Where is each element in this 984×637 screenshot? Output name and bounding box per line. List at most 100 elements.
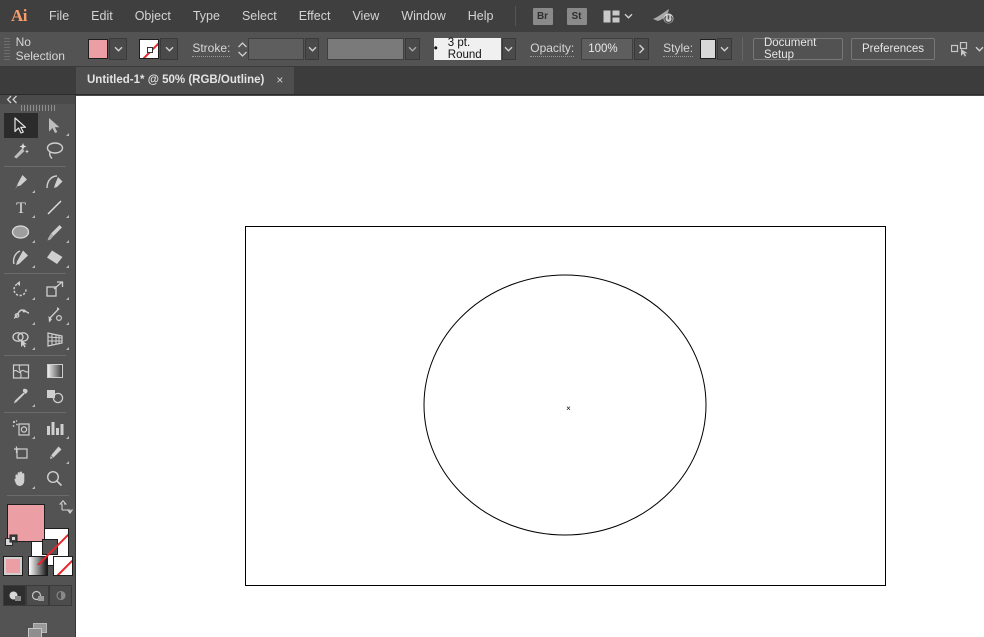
tools-panel-collapse-button[interactable]: [0, 95, 75, 104]
menu-item-window[interactable]: Window: [390, 0, 456, 32]
perspective-grid-tool[interactable]: [38, 327, 72, 352]
fill-stroke-proxy: [4, 500, 73, 567]
change-screen-mode-button[interactable]: [21, 622, 55, 637]
hand-tool[interactable]: [4, 466, 38, 491]
brush-definition-dropdown-button[interactable]: [501, 38, 517, 60]
document-tab-title: Untitled-1* @ 50% (RGB/Outline): [87, 74, 265, 86]
swap-fill-stroke-icon[interactable]: [58, 500, 73, 515]
hand-tool-icon: [14, 471, 25, 486]
stepper-down-icon: [238, 51, 248, 57]
slice-tool[interactable]: [38, 441, 72, 466]
type-tool[interactable]: T: [4, 195, 38, 220]
stroke-color-control[interactable]: [139, 38, 179, 60]
menu-item-file[interactable]: File: [38, 0, 80, 32]
stroke-swatch[interactable]: [139, 39, 160, 59]
column-graph-tool-icon: [46, 422, 63, 436]
selection-tool[interactable]: [3, 112, 38, 138]
stroke-weight-stepper[interactable]: [237, 38, 248, 60]
default-fill-stroke-icon[interactable]: [4, 534, 19, 548]
zoom-tool[interactable]: [38, 466, 72, 491]
document-setup-button[interactable]: Document Setup: [752, 37, 844, 61]
color-swatch-button[interactable]: [2, 556, 23, 576]
stroke-weight-label[interactable]: Stroke:: [192, 41, 231, 57]
opacity-input[interactable]: 100%: [581, 38, 634, 60]
document-tab[interactable]: Untitled-1* @ 50% (RGB/Outline) ×: [76, 66, 295, 94]
rotate-tool-icon: [13, 280, 27, 296]
opacity-options-button[interactable]: [634, 38, 650, 60]
menu-item-effect[interactable]: Effect: [288, 0, 342, 32]
symbol-sprayer-tool[interactable]: [4, 416, 38, 441]
paintbrush-tool-icon: [47, 224, 62, 241]
menu-item-edit[interactable]: Edit: [80, 0, 124, 32]
style-label[interactable]: Style:: [663, 41, 694, 57]
stroke-weight-input[interactable]: [248, 38, 304, 60]
arrange-documents-button[interactable]: [603, 10, 633, 23]
mesh-tool[interactable]: [4, 359, 38, 384]
canvas-area[interactable]: ×: [76, 95, 984, 637]
stock-button[interactable]: St: [566, 7, 587, 25]
pen-tool[interactable]: [4, 170, 38, 195]
flyout-indicator: [31, 239, 35, 243]
eyedropper-tool[interactable]: [4, 384, 38, 409]
eraser-tool[interactable]: [38, 245, 72, 270]
menu-bar: Ai File Edit Object Type Select Effect V…: [0, 0, 984, 32]
flyout-indicator: [31, 296, 35, 300]
menu-item-view[interactable]: View: [341, 0, 390, 32]
column-graph-tool[interactable]: [38, 416, 72, 441]
stroke-dropdown-button[interactable]: [160, 38, 179, 60]
brush-definition-field[interactable]: • 3 pt. Round: [433, 37, 501, 61]
stroke-weight-dropdown-button[interactable]: [304, 38, 320, 60]
variable-width-dropdown-button[interactable]: [405, 38, 420, 60]
style-dropdown-button[interactable]: [717, 38, 733, 60]
fill-control[interactable]: [88, 38, 128, 60]
select-similar-control[interactable]: [951, 41, 984, 57]
style-swatch[interactable]: [700, 39, 717, 59]
rocket-button[interactable]: [651, 7, 675, 25]
blend-tool[interactable]: [38, 384, 72, 409]
draw-inside-button[interactable]: [49, 585, 72, 606]
chevron-right-icon: [639, 44, 645, 54]
flyout-indicator: [31, 403, 35, 407]
rotate-tool[interactable]: [4, 277, 38, 302]
artboard-tool[interactable]: [4, 441, 38, 466]
curvature-tool[interactable]: [38, 170, 72, 195]
chevron-down-icon: [504, 46, 513, 52]
ellipse-tool[interactable]: [4, 220, 38, 245]
menu-item-object[interactable]: Object: [124, 0, 182, 32]
width-tool[interactable]: [4, 302, 38, 327]
draw-normal-button[interactable]: [3, 585, 26, 606]
free-transform-tool[interactable]: [38, 302, 72, 327]
flyout-indicator: [65, 321, 69, 325]
flyout-indicator: [65, 296, 69, 300]
artboard[interactable]: ×: [245, 226, 886, 586]
flyout-indicator: [65, 264, 69, 268]
line-segment-tool[interactable]: [38, 195, 72, 220]
fill-dropdown-button[interactable]: [109, 38, 128, 60]
none-swatch-button[interactable]: [52, 556, 73, 576]
direct-selection-tool[interactable]: [38, 113, 72, 138]
shaper-tool[interactable]: [4, 245, 38, 270]
shape-builder-tool[interactable]: [4, 327, 38, 352]
draw-behind-button[interactable]: [26, 585, 49, 606]
variable-width-profile-field[interactable]: [327, 38, 405, 60]
drag-gripper-icon[interactable]: [4, 38, 10, 60]
double-chevron-left-icon: [6, 95, 17, 104]
paintbrush-tool[interactable]: [38, 220, 72, 245]
fill-swatch[interactable]: [88, 39, 109, 59]
direct-selection-tool-icon: [49, 117, 60, 133]
flyout-indicator: [31, 485, 35, 489]
menu-item-help[interactable]: Help: [457, 0, 505, 32]
tools-panel-grip[interactable]: [0, 104, 75, 113]
scale-tool[interactable]: [38, 277, 72, 302]
close-icon[interactable]: ×: [276, 73, 283, 87]
bridge-button[interactable]: Br: [532, 7, 553, 25]
svg-text:T: T: [16, 200, 26, 216]
gradient-tool[interactable]: [38, 359, 72, 384]
magic-wand-tool[interactable]: [4, 138, 38, 163]
lasso-tool[interactable]: [38, 138, 72, 163]
menu-item-select[interactable]: Select: [231, 0, 288, 32]
menu-item-type[interactable]: Type: [182, 0, 231, 32]
opacity-label[interactable]: Opacity:: [530, 41, 575, 57]
tool-grid: T: [3, 112, 72, 491]
preferences-button[interactable]: Preferences: [851, 38, 936, 60]
